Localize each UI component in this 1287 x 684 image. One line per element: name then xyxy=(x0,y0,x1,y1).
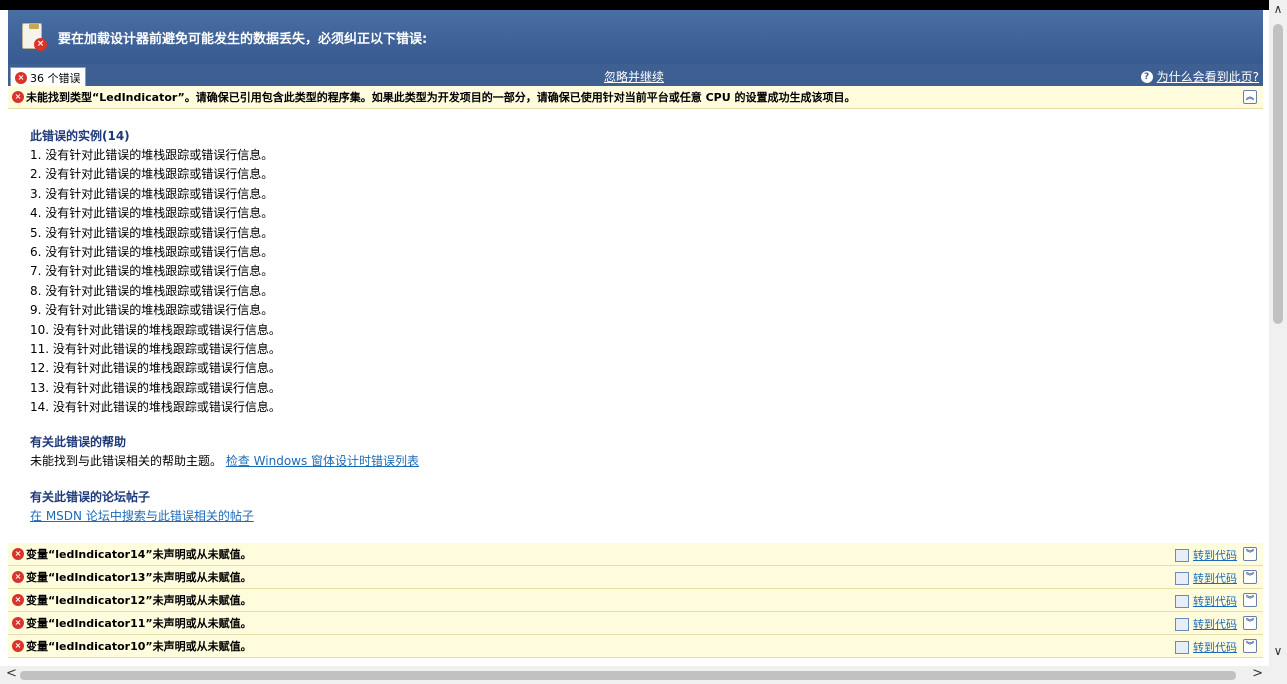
error-row[interactable]: × 变量“ledIndicator12”未声明或从未赋值。 转到代码 ︾ xyxy=(8,589,1263,612)
goto-code[interactable]: 转到代码 xyxy=(1175,570,1237,586)
goto-code[interactable]: 转到代码 xyxy=(1175,639,1237,655)
scroll-left-icon[interactable]: < xyxy=(6,666,17,681)
goto-code-link[interactable]: 转到代码 xyxy=(1193,639,1237,655)
error-icon: × xyxy=(15,71,27,84)
goto-code[interactable]: 转到代码 xyxy=(1175,593,1237,609)
instance-item: 3. 没有针对此错误的堆栈跟踪或错误行信息。 xyxy=(30,186,274,201)
instance-item: 2. 没有针对此错误的堆栈跟踪或错误行信息。 xyxy=(30,167,274,182)
chevron-down-icon[interactable]: ︾ xyxy=(1243,547,1257,561)
why-see-page[interactable]: ? 为什么会看到此页? xyxy=(1140,68,1259,85)
instance-item: 4. 没有针对此错误的堆栈跟踪或错误行信息。 xyxy=(30,206,274,221)
error-count-label: 36 个错误 xyxy=(30,71,81,85)
error-message: 变量“ledIndicator10”未声明或从未赋值。 xyxy=(26,640,252,653)
error-message: 变量“ledIndicator12”未声明或从未赋值。 xyxy=(26,594,252,607)
error-message: 变量“ledIndicator11”未声明或从未赋值。 xyxy=(26,617,252,630)
error-icon: × xyxy=(12,91,24,103)
goto-code-link[interactable]: 转到代码 xyxy=(1193,593,1237,609)
horizontal-scrollbar[interactable]: < > xyxy=(0,666,1269,684)
instance-item: 6. 没有针对此错误的堆栈跟踪或错误行信息。 xyxy=(30,244,274,259)
goto-code-link[interactable]: 转到代码 xyxy=(1193,547,1237,563)
vertical-scrollbar[interactable]: ∧ ∨ xyxy=(1269,0,1287,666)
code-icon xyxy=(1175,594,1189,608)
clipboard-clip xyxy=(29,24,39,29)
error-message: 变量“ledIndicator14”未声明或从未赋值。 xyxy=(26,548,252,561)
error-icon: × xyxy=(12,594,24,606)
instance-item: 12. 没有针对此错误的堆栈跟踪或错误行信息。 xyxy=(30,361,281,376)
goto-code[interactable]: 转到代码 xyxy=(1175,616,1237,632)
code-icon xyxy=(1175,640,1189,654)
scrollbar-corner xyxy=(1269,666,1287,684)
help-link[interactable]: 检查 Windows 窗体设计时错误列表 xyxy=(226,454,419,468)
instance-item: 7. 没有针对此错误的堆栈跟踪或错误行信息。 xyxy=(30,264,274,279)
clipboard-error-icon: × xyxy=(20,21,50,53)
error-count-tab[interactable]: × 36 个错误 xyxy=(10,67,86,87)
goto-code-link[interactable]: 转到代码 xyxy=(1193,570,1237,586)
error-icon: × xyxy=(12,617,24,629)
vertical-scroll-thumb[interactable] xyxy=(1273,24,1283,324)
code-icon xyxy=(1175,571,1189,585)
error-icon: × xyxy=(12,548,24,560)
error-badge: × xyxy=(34,38,47,51)
forum-link[interactable]: 在 MSDN 论坛中搜索与此错误相关的帖子 xyxy=(30,509,254,523)
error-header: × 要在加载设计器前避免可能发生的数据丢失，必须纠正以下错误: xyxy=(8,10,1263,64)
instance-item: 1. 没有针对此错误的堆栈跟踪或错误行信息。 xyxy=(30,148,274,162)
instances-title: 此错误的实例(14) xyxy=(30,129,130,143)
instance-item: 11. 没有针对此错误的堆栈跟踪或错误行信息。 xyxy=(30,341,281,356)
code-icon xyxy=(1175,617,1189,631)
why-link[interactable]: 为什么会看到此页? xyxy=(1157,68,1259,85)
chevron-up-icon[interactable]: ︽ xyxy=(1243,90,1257,104)
ignore-and-continue-link[interactable]: 忽略并继续 xyxy=(604,68,664,85)
help-text: 未能找到与此错误相关的帮助主题。 xyxy=(30,454,223,469)
chevron-down-icon[interactable]: ︾ xyxy=(1243,593,1257,607)
instance-item: 8. 没有针对此错误的堆栈跟踪或错误行信息。 xyxy=(30,283,274,298)
goto-code[interactable]: 转到代码 xyxy=(1175,547,1237,563)
help-line: 未能找到与此错误相关的帮助主题。 检查 Windows 窗体设计时错误列表 xyxy=(30,452,1263,471)
error-row[interactable]: × 变量“ledIndicator10”未声明或从未赋值。 转到代码 ︾ xyxy=(8,635,1263,658)
window-top-bar xyxy=(0,0,1269,10)
error-details: 此错误的实例(14) 1. 没有针对此错误的堆栈跟踪或错误行信息。 2. 没有针… xyxy=(8,109,1263,526)
error-message: 未能找到类型“LedIndicator”。请确保已引用包含此类型的程序集。如果此… xyxy=(26,91,856,104)
chevron-down-icon[interactable]: ︾ xyxy=(1243,616,1257,630)
scroll-right-icon[interactable]: > xyxy=(1252,666,1263,681)
scroll-up-icon[interactable]: ∧ xyxy=(1269,2,1287,16)
instance-item: 5. 没有针对此错误的堆栈跟踪或错误行信息。 xyxy=(30,225,274,240)
code-icon xyxy=(1175,548,1189,562)
scroll-down-icon[interactable]: ∨ xyxy=(1269,644,1287,658)
page-title: 要在加载设计器前避免可能发生的数据丢失，必须纠正以下错误: xyxy=(58,31,428,47)
error-icon: × xyxy=(12,640,24,652)
instance-item: 14. 没有针对此错误的堆栈跟踪或错误行信息。 xyxy=(30,400,281,415)
chevron-down-icon[interactable]: ︾ xyxy=(1243,639,1257,653)
help-title: 有关此错误的帮助 xyxy=(30,435,127,450)
error-row[interactable]: × 变量“ledIndicator13”未声明或从未赋值。 转到代码 ︾ xyxy=(8,566,1263,589)
instance-item: 9. 没有针对此错误的堆栈跟踪或错误行信息。 xyxy=(30,303,274,318)
forum-title: 有关此错误的论坛帖子 xyxy=(30,489,151,504)
error-summary-bar: × 36 个错误 忽略并继续 ? 为什么会看到此页? xyxy=(8,64,1263,87)
horizontal-scroll-thumb[interactable] xyxy=(20,671,1236,680)
error-message: 变量“ledIndicator13”未声明或从未赋值。 xyxy=(26,571,252,584)
help-icon: ? xyxy=(1140,70,1153,83)
error-list: × 变量“ledIndicator14”未声明或从未赋值。 转到代码 ︾ × 变… xyxy=(8,543,1263,658)
goto-code-link[interactable]: 转到代码 xyxy=(1193,616,1237,632)
instance-item: 10. 没有针对此错误的堆栈跟踪或错误行信息。 xyxy=(30,322,281,337)
error-icon: × xyxy=(12,571,24,583)
error-row-main[interactable]: × 未能找到类型“LedIndicator”。请确保已引用包含此类型的程序集。如… xyxy=(8,86,1263,109)
instance-item: 13. 没有针对此错误的堆栈跟踪或错误行信息。 xyxy=(30,380,281,395)
error-row[interactable]: × 变量“ledIndicator14”未声明或从未赋值。 转到代码 ︾ xyxy=(8,543,1263,566)
chevron-down-icon[interactable]: ︾ xyxy=(1243,570,1257,584)
error-row[interactable]: × 变量“ledIndicator11”未声明或从未赋值。 转到代码 ︾ xyxy=(8,612,1263,635)
designer-error-page: × 要在加载设计器前避免可能发生的数据丢失，必须纠正以下错误: × 36 个错误… xyxy=(8,10,1263,666)
